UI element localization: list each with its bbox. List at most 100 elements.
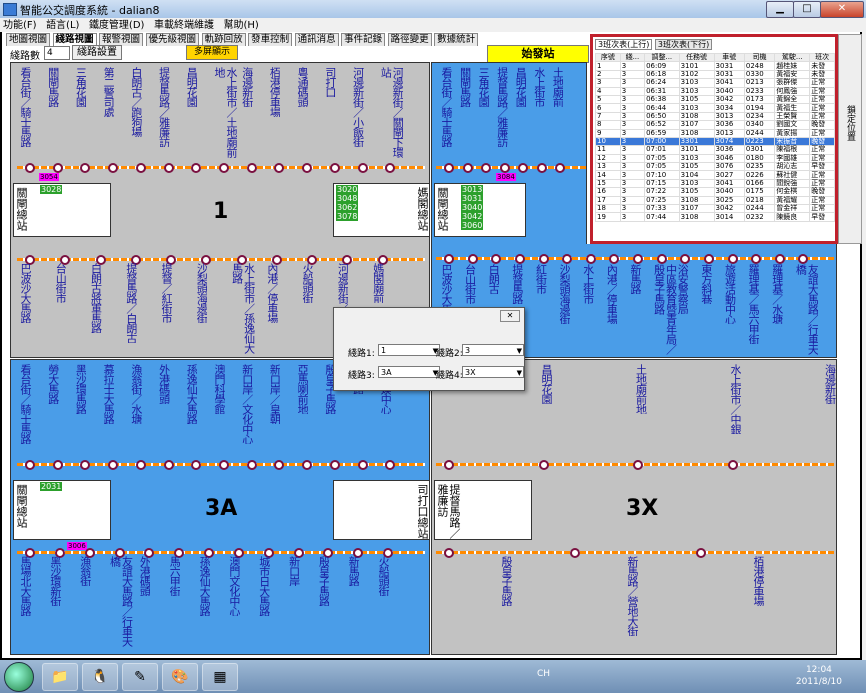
menu-help[interactable]: 幫助(H): [220, 19, 261, 33]
stop-label[interactable]: 新口岸: [288, 556, 300, 586]
stop-marker[interactable]: [357, 460, 368, 470]
bus-code[interactable]: 3031: [461, 194, 484, 203]
stop-marker[interactable]: [727, 460, 738, 470]
schedule-header[interactable]: 班次: [809, 52, 835, 63]
terminal-box-left[interactable]: 關閘總站 3013 3031 3040 3042 3060: [434, 183, 526, 237]
stop-marker[interactable]: [570, 548, 580, 558]
stop-label[interactable]: 第二警司處: [102, 67, 114, 117]
stop-label[interactable]: 三角花園: [477, 67, 489, 107]
route1-select[interactable]: 1: [378, 344, 440, 357]
stop-marker[interactable]: [444, 254, 454, 264]
stop-label[interactable]: 水上街市／孫逸仙大馬路: [231, 263, 255, 355]
paint-icon[interactable]: 🎨: [162, 663, 198, 691]
bus-code[interactable]: 3078: [336, 212, 359, 221]
bus-code[interactable]: 3020: [336, 185, 359, 194]
stop-label[interactable]: 內港／停車場: [266, 263, 278, 323]
stop-marker[interactable]: [385, 460, 396, 470]
schedule-row[interactable]: 5 3 06:38 3105 3042 0173 黃錦全 正常: [595, 94, 835, 105]
stop-label[interactable]: 白朗古／跑狗場: [130, 67, 142, 137]
dialog-close-button[interactable]: ✕: [500, 310, 520, 322]
menu-language[interactable]: 語言(L): [43, 19, 82, 33]
stop-label[interactable]: 勞大馬路: [47, 364, 59, 404]
stop-marker[interactable]: [80, 460, 91, 470]
stop-label[interactable]: 水上街市／土地廟前地: [213, 67, 237, 159]
stop-marker[interactable]: [191, 163, 202, 173]
stop-marker[interactable]: [562, 254, 573, 264]
stop-label[interactable]: 昌明花園: [514, 67, 526, 107]
stop-label[interactable]: 火船頭街: [377, 556, 389, 596]
schedule-row[interactable]: 15 3 07:15 3103 3041 0166 閻銳強 正常: [595, 178, 835, 189]
close-button[interactable]: ✕: [820, 1, 864, 18]
stop-label[interactable]: 沙梨頭海邊街: [195, 263, 207, 323]
stop-marker[interactable]: [798, 254, 809, 264]
schedule-header[interactable]: 綫...: [619, 52, 646, 63]
explorer-icon[interactable]: 📁: [42, 663, 78, 691]
stop-label[interactable]: 媽閣廟前: [372, 263, 384, 303]
stop-label[interactable]: 提督馬路／雅廉訪: [158, 67, 170, 147]
stop-label[interactable]: 看台街／騎士馬路: [19, 67, 31, 147]
stop-label[interactable]: 白朗古將軍馬路: [90, 263, 102, 333]
stop-marker[interactable]: [703, 254, 714, 264]
schedule-row[interactable]: 18 3 07:33 3107 3042 0244 曾金祥 正常: [595, 204, 835, 214]
stop-label[interactable]: 馬場北大馬路: [19, 556, 31, 616]
route-count-select[interactable]: 4: [44, 46, 70, 60]
tab-schedule-down[interactable]: 3班次表(下行): [654, 39, 713, 50]
stop-marker[interactable]: [246, 163, 257, 173]
terminal-box-left[interactable]: 提督馬路／雅廉訪: [434, 480, 532, 540]
stop-marker[interactable]: [163, 460, 174, 470]
stop-marker[interactable]: [108, 163, 119, 173]
route-settings-button[interactable]: 綫路設置: [72, 45, 122, 60]
schedule-row[interactable]: 3 3 06:24 3103 3041 0213 張群傑 正常: [595, 78, 835, 88]
stop-label[interactable]: 外港碼頭: [138, 556, 150, 596]
stop-label[interactable]: 土地廟前: [551, 67, 563, 107]
stop-marker[interactable]: [491, 254, 502, 264]
bus-code[interactable]: 3048: [336, 194, 359, 203]
stop-marker[interactable]: [633, 460, 643, 470]
terminal-box-left[interactable]: 關閘總站 3028: [13, 183, 111, 237]
stop-label[interactable]: 孫逸仙大馬路: [198, 556, 210, 616]
stop-label[interactable]: 東方斜巷: [700, 264, 712, 304]
stop-marker[interactable]: [633, 254, 643, 264]
stop-marker[interactable]: [499, 163, 510, 173]
stop-label[interactable]: 粵通碼頭: [296, 67, 308, 107]
bus-code[interactable]: 3042: [461, 212, 484, 221]
stop-label[interactable]: 亞馬喇前地: [296, 364, 308, 414]
stop-marker[interactable]: [135, 163, 146, 173]
stop-label[interactable]: 河邊新街／小飯街: [352, 67, 364, 147]
stop-label[interactable]: 新馬路／營地大街: [626, 556, 638, 636]
stop-label[interactable]: 外港碼頭: [158, 364, 170, 404]
bus-code[interactable]: 2031: [40, 482, 63, 491]
start-button[interactable]: [4, 662, 34, 692]
stop-marker[interactable]: [329, 163, 340, 173]
bus-code[interactable]: 3062: [336, 203, 359, 212]
stop-label[interactable]: 昌明花園: [185, 67, 197, 107]
minimize-button[interactable]: ▁: [766, 1, 794, 18]
stop-label[interactable]: 內港／停車場: [605, 264, 617, 324]
stop-marker[interactable]: [219, 163, 229, 173]
stop-label[interactable]: 栢港停車場: [752, 556, 764, 606]
stop-label[interactable]: 新馬路: [347, 556, 359, 586]
stop-label[interactable]: 漁翁街: [79, 556, 91, 586]
stop-marker[interactable]: [191, 460, 202, 470]
schedule-row[interactable]: 16 3 07:22 3105 3040 0175 何金棋 晚發: [595, 187, 835, 197]
stop-marker[interactable]: [555, 163, 566, 173]
stop-label[interactable]: 旅遊活動中心: [724, 264, 736, 324]
stop-marker[interactable]: [609, 254, 620, 264]
stop-label[interactable]: 河邊新街／關閘下環站: [379, 67, 403, 159]
tab-schedule-up[interactable]: 3班次表(上行): [595, 39, 653, 50]
schedule-row[interactable]: 13 3 07:05 3105 3076 0235 胡沁志 早發: [595, 162, 835, 172]
menu-dispatch[interactable]: 鐵度管理(D): [86, 19, 148, 33]
stop-marker[interactable]: [444, 460, 454, 470]
bus-code[interactable]: 3040: [461, 203, 484, 212]
schedule-row[interactable]: 11 3 07:01 3101 3036 0301 陳福根 正常: [595, 145, 835, 155]
stop-label[interactable]: 水上街市／中銀: [729, 364, 741, 434]
stop-marker[interactable]: [25, 163, 35, 173]
stop-marker[interactable]: [357, 163, 368, 173]
schedule-row[interactable]: 8 3 06:52 3107 3036 0340 劉國文 晚發: [595, 120, 835, 130]
stop-marker[interactable]: [518, 163, 529, 173]
stop-label[interactable]: 羅理基／水塘: [771, 264, 783, 324]
app-taskbar-icon[interactable]: ▦: [202, 663, 238, 691]
schedule-row[interactable]: 17 3 07:25 3108 3025 0218 黃福耀 正常: [595, 195, 835, 206]
stop-label[interactable]: 提督馬路: [511, 264, 523, 304]
stop-marker[interactable]: [536, 163, 547, 173]
